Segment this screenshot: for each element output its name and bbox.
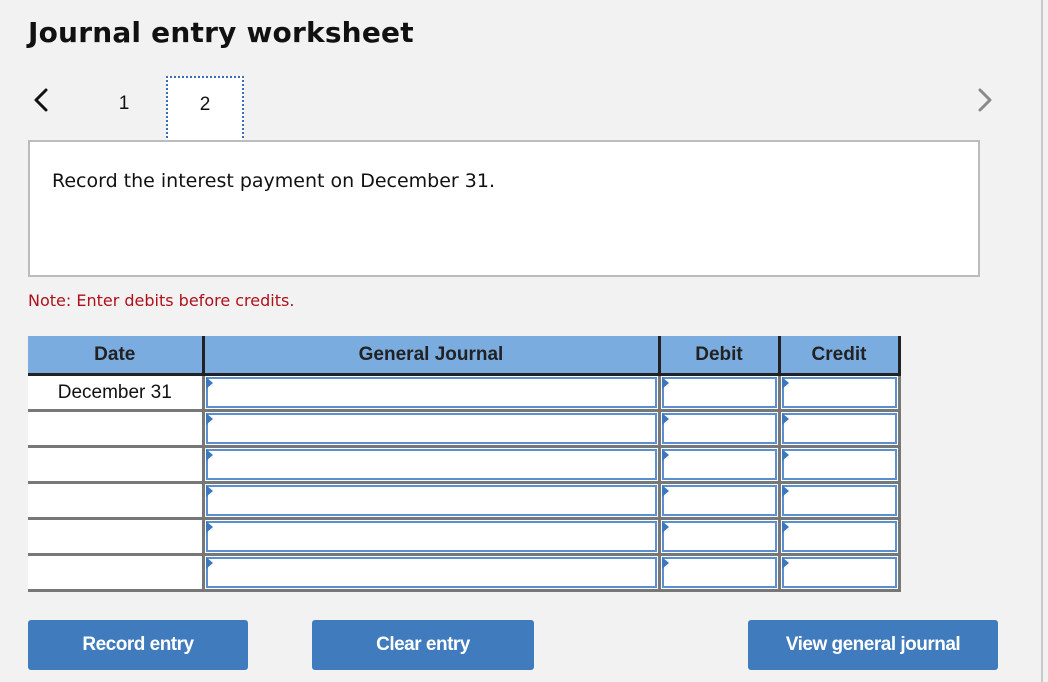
input-marker-icon (781, 485, 789, 497)
table-row (28, 410, 901, 448)
debit-field[interactable] (661, 521, 777, 552)
debit-field-cell (657, 518, 781, 556)
table-row (28, 554, 901, 592)
tab-1[interactable]: 1 (106, 76, 142, 132)
input-marker-icon (661, 557, 669, 569)
view-general-journal-button[interactable]: View general journal (748, 620, 998, 670)
account-field-cell (201, 554, 661, 592)
table-row (28, 482, 901, 520)
input-marker-icon (205, 413, 213, 425)
input-marker-icon (661, 413, 669, 425)
date-cell (28, 482, 205, 520)
date-cell (28, 446, 205, 484)
input-marker-icon (781, 377, 789, 389)
input-marker-icon (205, 557, 213, 569)
account-field-cell (201, 518, 661, 556)
input-marker-icon (205, 521, 213, 533)
tab-label: 1 (118, 93, 130, 114)
input-marker-icon (661, 485, 669, 497)
column-header-debit: Debit (659, 336, 781, 376)
input-marker-icon (205, 485, 213, 497)
instruction-text: Record the interest payment on December … (52, 170, 496, 192)
record-entry-button[interactable]: Record entry (28, 620, 248, 670)
input-marker-icon (781, 413, 789, 425)
debit-field[interactable] (661, 557, 777, 588)
table-row (28, 446, 901, 484)
credit-field-cell (777, 482, 901, 520)
credit-field-cell (777, 554, 901, 592)
column-header-general-journal: General Journal (203, 336, 661, 376)
table-header: Date General Journal Debit Credit (28, 336, 901, 376)
credit-field-cell (777, 446, 901, 484)
column-header-credit: Credit (779, 336, 901, 376)
column-header-date: Date (28, 336, 205, 376)
credit-field[interactable] (781, 449, 897, 480)
tab-2[interactable]: 2 (166, 76, 244, 142)
input-marker-icon (781, 449, 789, 461)
table-row: December 31 (28, 374, 901, 412)
account-field-cell (201, 374, 661, 412)
debit-field-cell (657, 446, 781, 484)
account-field-cell (201, 410, 661, 448)
input-marker-icon (205, 377, 213, 389)
tab-label: 2 (199, 94, 211, 115)
previous-button[interactable] (30, 86, 54, 114)
credit-field[interactable] (781, 377, 897, 408)
date-cell (28, 554, 205, 592)
table-row (28, 518, 901, 556)
debit-field[interactable] (661, 413, 777, 444)
chevron-left-icon (34, 88, 48, 112)
debit-field[interactable] (661, 449, 777, 480)
debit-field-cell (657, 374, 781, 412)
input-marker-icon (781, 521, 789, 533)
next-button[interactable] (972, 86, 996, 114)
input-marker-icon (661, 449, 669, 461)
date-cell (28, 518, 205, 556)
window-edge (1041, 0, 1043, 682)
credit-field[interactable] (781, 521, 897, 552)
credit-field[interactable] (781, 413, 897, 444)
input-marker-icon (205, 449, 213, 461)
debit-field-cell (657, 482, 781, 520)
account-field[interactable] (205, 557, 657, 588)
account-field[interactable] (205, 485, 657, 516)
credit-field-cell (777, 518, 901, 556)
page-title: Journal entry worksheet (28, 16, 414, 49)
date-cell: December 31 (28, 374, 205, 412)
input-marker-icon (661, 521, 669, 533)
chevron-right-icon (978, 88, 992, 112)
note-text: Note: Enter debits before credits. (28, 291, 295, 310)
debit-field[interactable] (661, 377, 777, 408)
account-field-cell (201, 446, 661, 484)
debit-field-cell (657, 410, 781, 448)
account-field[interactable] (205, 521, 657, 552)
credit-field-cell (777, 374, 901, 412)
debit-field[interactable] (661, 485, 777, 516)
account-field[interactable] (205, 377, 657, 408)
date-cell (28, 410, 205, 448)
journal-table: Date General Journal Debit Credit Decemb… (28, 336, 901, 592)
clear-entry-button[interactable]: Clear entry (312, 620, 534, 670)
input-marker-icon (661, 377, 669, 389)
debit-field-cell (657, 554, 781, 592)
credit-field[interactable] (781, 557, 897, 588)
credit-field[interactable] (781, 485, 897, 516)
account-field-cell (201, 482, 661, 520)
instruction-box: Record the interest payment on December … (28, 140, 980, 277)
account-field[interactable] (205, 413, 657, 444)
account-field[interactable] (205, 449, 657, 480)
input-marker-icon (781, 557, 789, 569)
credit-field-cell (777, 410, 901, 448)
